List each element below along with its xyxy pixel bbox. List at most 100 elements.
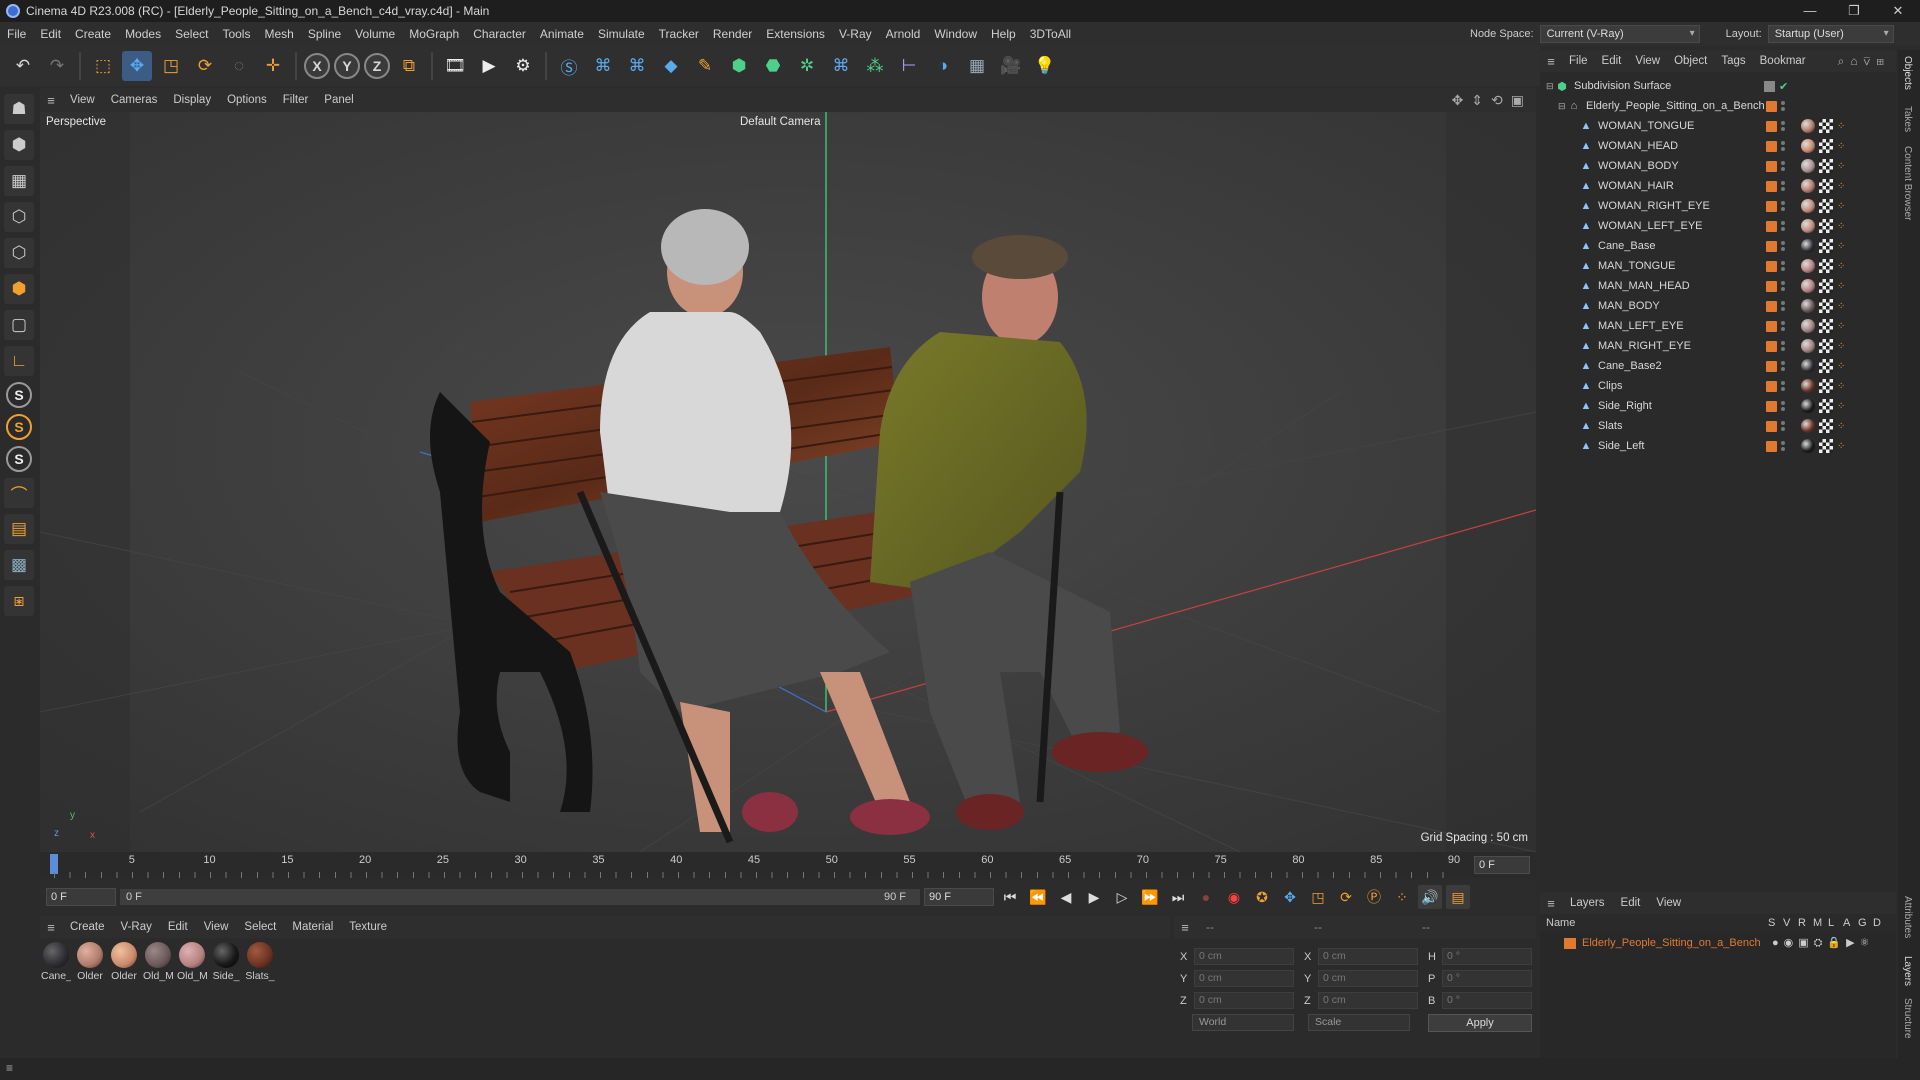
magnet-icon[interactable]: ⌒ — [4, 478, 34, 508]
layer-color-icon[interactable] — [1766, 420, 1777, 432]
menu-3dtoall[interactable]: 3DToAll — [1023, 27, 1078, 41]
uvw-tag-icon[interactable] — [1819, 319, 1833, 333]
material-tag-icon[interactable] — [1801, 279, 1815, 293]
status-menu-icon[interactable]: ≡ — [6, 1061, 13, 1075]
material-menu-vray[interactable]: V-Ray — [113, 921, 160, 933]
object-menu-tags[interactable]: Tags — [1714, 55, 1752, 67]
material-tag-icon[interactable] — [1801, 379, 1815, 393]
menu-simulate[interactable]: Simulate — [591, 27, 652, 41]
uvw-tag-icon[interactable] — [1819, 419, 1833, 433]
next-frame-icon[interactable]: ▷ — [1110, 885, 1134, 909]
sound-scrub-icon[interactable]: 🔊 — [1418, 885, 1442, 909]
layer-color-icon[interactable] — [1766, 360, 1777, 372]
render-settings-icon[interactable]: ⚙ — [508, 51, 538, 81]
material-menu-create[interactable]: Create — [62, 921, 113, 933]
material-tag-icon[interactable] — [1801, 199, 1815, 213]
next-key-icon[interactable]: ⏩ — [1138, 885, 1162, 909]
grid-workplane-icon[interactable]: ▩ — [4, 550, 34, 580]
timeline-ruler[interactable]: 0 5 10 15 20 25 30 35 40 45 50 55 60 65 … — [40, 852, 1536, 878]
object-row[interactable]: ▲ WOMAN_HEAD ⁘ — [1540, 136, 1896, 156]
visibility-dots-icon[interactable] — [1781, 381, 1785, 391]
coordinates-menu-icon[interactable]: ≡ — [1174, 920, 1196, 935]
object-row[interactable]: ▲ Clips ⁘ — [1540, 376, 1896, 396]
menu-mesh[interactable]: Mesh — [257, 27, 300, 41]
material-tag-icon[interactable] — [1801, 319, 1815, 333]
material-tag-icon[interactable] — [1801, 179, 1815, 193]
position-z-field[interactable]: 0 cm — [1194, 992, 1294, 1009]
uvw-tag-icon[interactable] — [1819, 179, 1833, 193]
visibility-dots-icon[interactable] — [1781, 281, 1785, 291]
visibility-dots-icon[interactable] — [1781, 181, 1785, 191]
layer-color-icon[interactable] — [1766, 120, 1777, 132]
zoom-view-icon[interactable]: ⇕ — [1471, 92, 1483, 109]
maximize-button[interactable]: ❐ — [1832, 0, 1876, 22]
field-object-icon[interactable]: ◑ — [928, 51, 958, 81]
menu-help[interactable]: Help — [984, 27, 1023, 41]
uvw-tag-icon[interactable] — [1819, 439, 1833, 453]
node-space-dropdown[interactable]: Current (V-Ray) — [1539, 25, 1700, 43]
layer-color-icon[interactable] — [1766, 440, 1777, 452]
object-menu-view[interactable]: View — [1628, 55, 1667, 67]
coordinate-system-icon[interactable]: ⧉ — [394, 51, 424, 81]
texture-mode-icon[interactable]: ▦ — [4, 166, 34, 196]
object-row[interactable]: ▲ WOMAN_TONGUE ⁘ — [1540, 116, 1896, 136]
object-row[interactable]: ▲ MAN_TONGUE ⁘ — [1540, 256, 1896, 276]
previous-frame-icon[interactable]: ◀ — [1054, 885, 1078, 909]
vray-tag-icon[interactable]: ⁘ — [1837, 381, 1845, 392]
menu-window[interactable]: Window — [927, 27, 984, 41]
vray-tag-icon[interactable]: ⁘ — [1837, 201, 1845, 212]
mograph-cluster-icon[interactable]: ⁂ — [860, 51, 890, 81]
perspective-viewport[interactable]: Perspective Default Camera Grid Spacing … — [40, 112, 1536, 852]
light-icon[interactable]: 💡 — [1030, 51, 1060, 81]
layer-color-icon[interactable] — [1766, 220, 1777, 232]
create-tool-icon[interactable]: ✛ — [258, 51, 288, 81]
z-axis-lock-icon[interactable]: Z — [364, 53, 390, 79]
menu-character[interactable]: Character — [466, 27, 533, 41]
layer-color-icon[interactable] — [1766, 140, 1777, 152]
object-menu-file[interactable]: File — [1562, 55, 1595, 67]
move-tool-icon[interactable]: ✥ — [122, 51, 152, 81]
uvw-tag-icon[interactable] — [1819, 379, 1833, 393]
layer-menu-view[interactable]: View — [1648, 897, 1689, 909]
material-tag-icon[interactable] — [1801, 419, 1815, 433]
position-x-field[interactable]: 0 cm — [1194, 948, 1294, 965]
tab-objects[interactable]: Objects — [1902, 56, 1913, 90]
material-swatch[interactable]: Side_ — [212, 942, 240, 1058]
end-frame-field[interactable]: 90 F — [924, 888, 994, 906]
menu-spline[interactable]: Spline — [301, 27, 348, 41]
menu-render[interactable]: Render — [706, 27, 759, 41]
visibility-dots-icon[interactable] — [1781, 341, 1785, 351]
redo-icon[interactable]: ↷ — [42, 51, 72, 81]
menu-animate[interactable]: Animate — [533, 27, 591, 41]
object-row[interactable]: ▲ WOMAN_BODY ⁘ — [1540, 156, 1896, 176]
render-view-icon[interactable]: 🎞 — [440, 51, 470, 81]
material-swatch[interactable]: Old_M — [143, 942, 173, 1058]
uvw-tag-icon[interactable] — [1819, 259, 1833, 273]
vray-tag-icon[interactable]: ⁘ — [1837, 321, 1845, 332]
visibility-dots-icon[interactable] — [1781, 421, 1785, 431]
current-frame-field[interactable]: 0 F — [1474, 856, 1530, 874]
apply-button[interactable]: Apply — [1428, 1014, 1532, 1032]
minimize-button[interactable]: — — [1788, 0, 1832, 22]
parameter-key-icon[interactable]: Ⓟ — [1362, 885, 1386, 909]
material-tag-icon[interactable] — [1801, 259, 1815, 273]
vray-tag-icon[interactable]: ⁘ — [1837, 301, 1845, 312]
layer-color-icon[interactable] — [1766, 200, 1777, 212]
visibility-dots-icon[interactable] — [1781, 161, 1785, 171]
visibility-dots-icon[interactable] — [1781, 321, 1785, 331]
uvw-tag-icon[interactable] — [1819, 339, 1833, 353]
layout-dropdown[interactable]: Startup (User) — [1767, 25, 1894, 43]
locked-workplane-icon[interactable]: ⧆ — [4, 586, 34, 616]
vray-tag-icon[interactable]: ⁘ — [1837, 401, 1845, 412]
object-row[interactable]: ▲ MAN_RIGHT_EYE ⁘ — [1540, 336, 1896, 356]
floor-icon[interactable]: ▦ — [962, 51, 992, 81]
visibility-dots-icon[interactable] — [1781, 241, 1785, 251]
material-menu-icon[interactable]: ≡ — [40, 920, 62, 935]
vray-tag-icon[interactable]: ⁘ — [1837, 161, 1845, 172]
material-tag-icon[interactable] — [1801, 339, 1815, 353]
object-row[interactable]: ▲ WOMAN_RIGHT_EYE ⁘ — [1540, 196, 1896, 216]
object-search-tools[interactable]: ⌕⌂⊽⊞ — [1838, 54, 1890, 69]
uv-mode-icon[interactable]: ▢ — [4, 310, 34, 340]
object-menu-edit[interactable]: Edit — [1595, 55, 1629, 67]
uvw-tag-icon[interactable] — [1819, 119, 1833, 133]
